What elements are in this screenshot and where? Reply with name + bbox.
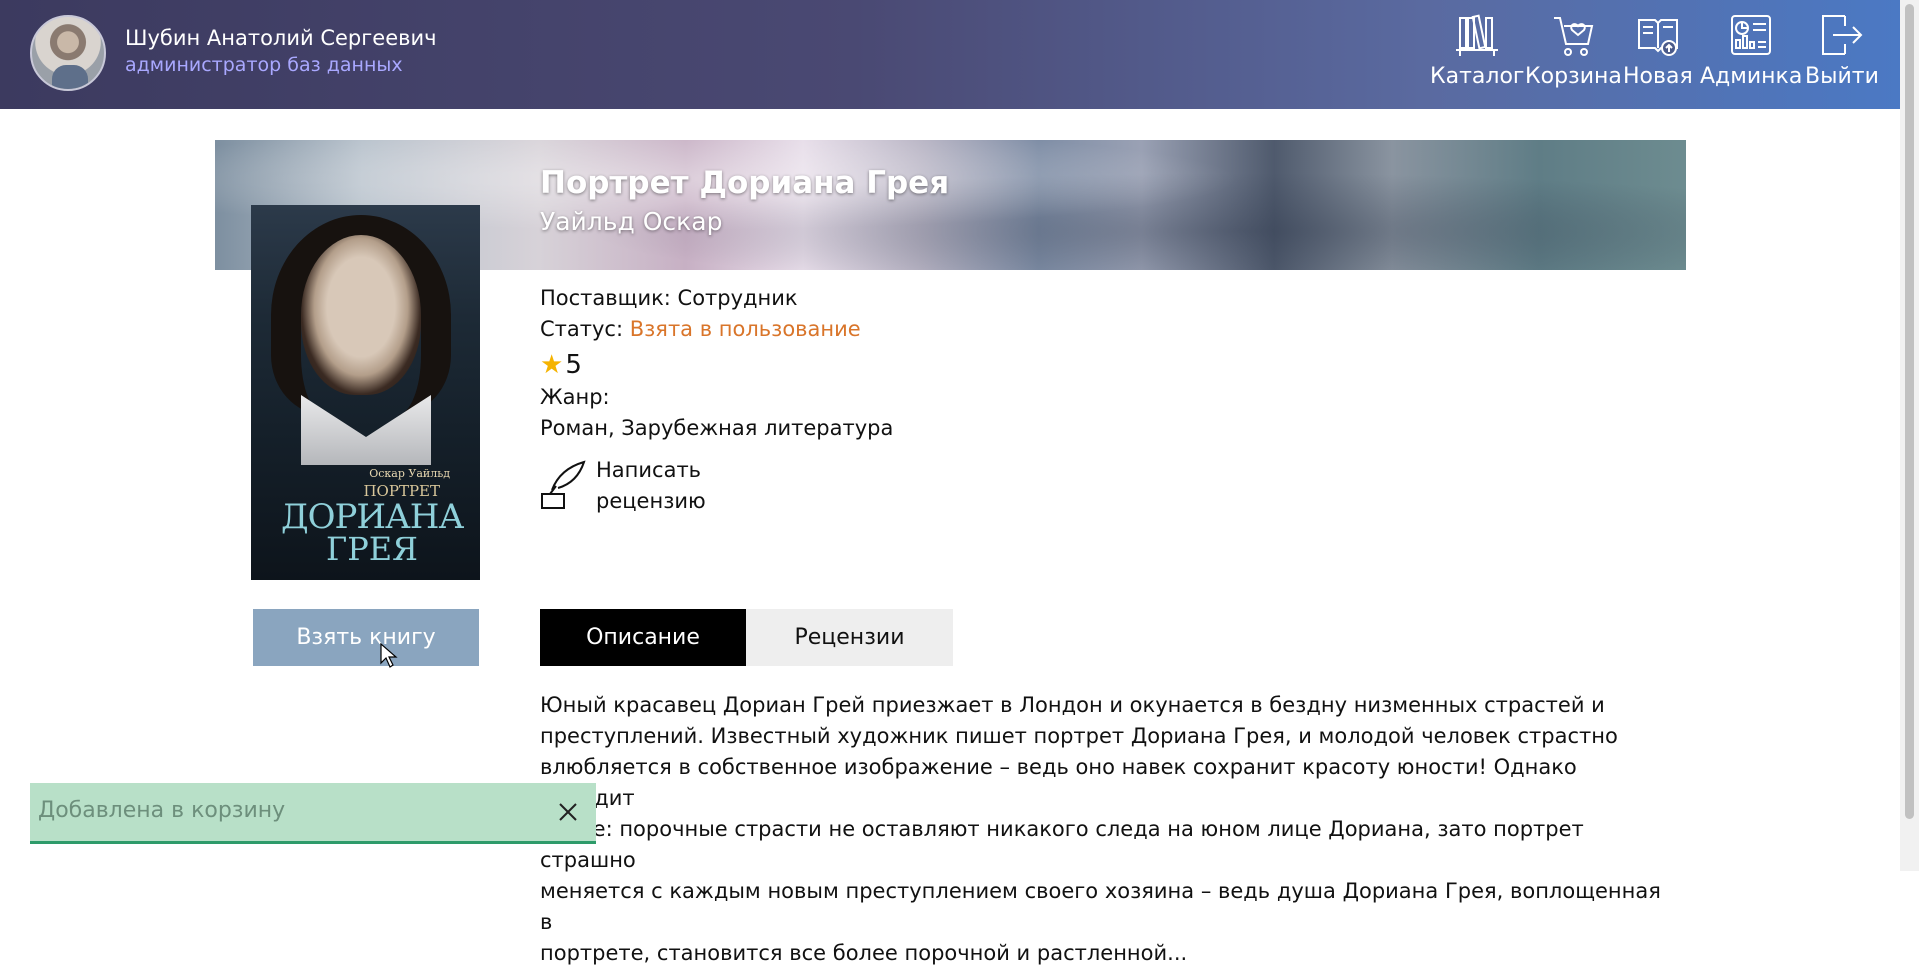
status-label: Статус:	[540, 317, 630, 341]
description-line: влюбляется в собственное изображение – в…	[540, 755, 1577, 810]
user-role: администратор баз данных	[125, 54, 403, 76]
tab-description[interactable]: Описание	[540, 609, 746, 666]
scrollbar-thumb[interactable]	[1905, 4, 1914, 819]
catalog-icon	[1456, 14, 1499, 56]
toast-text: Добавлена в корзину	[38, 798, 286, 823]
cart-icon	[1554, 17, 1594, 56]
nav-logout-label: Выйти	[1805, 64, 1879, 89]
book-description: Юный красавец Дориан Грей приезжает в Ло…	[540, 690, 1670, 969]
status: Статус: Взята в пользование	[540, 317, 861, 341]
toast-notification: Добавлена в корзину	[30, 783, 596, 844]
description-line: иначе: порочные страсти не оставляют ник…	[540, 817, 1584, 872]
description-line: преступлений. Известный художник пишет п…	[540, 724, 1618, 748]
write-review-label: Написать рецензию	[596, 455, 706, 517]
mouse-cursor-icon	[380, 643, 398, 668]
description-line: Юный красавец Дориан Грей приезжает в Ло…	[540, 693, 1605, 717]
nav-catalog-label: Каталог	[1430, 64, 1525, 89]
write-review-line1: Написать	[596, 458, 702, 482]
write-review-line2: рецензию	[596, 489, 706, 513]
nav-new[interactable]: Новая	[1623, 12, 1693, 89]
description-line: меняется с каждым новым преступлением св…	[540, 879, 1661, 934]
tab-reviews[interactable]: Рецензии	[746, 609, 953, 666]
user-name: Шубин Анатолий Сергеевич	[125, 26, 437, 50]
scrollbar[interactable]	[1900, 0, 1919, 871]
nav-cart[interactable]: Корзина	[1525, 12, 1622, 89]
star-icon: ★	[540, 350, 564, 380]
nav-admin[interactable]: Админка	[1700, 12, 1802, 89]
quill-icon	[541, 460, 586, 509]
take-book-button[interactable]: Взять книгу	[253, 609, 479, 666]
book-cover: Оскар Уайльд ПОРТРЕТ ДОРИАНА ГРЕЯ	[251, 205, 480, 580]
cover-face	[301, 235, 421, 395]
new-book-icon	[1637, 19, 1678, 56]
nav-admin-label: Админка	[1700, 64, 1803, 89]
supplier: Поставщик: Сотрудник	[540, 286, 798, 310]
nav-catalog[interactable]: Каталог	[1430, 12, 1524, 89]
nav-cart-label: Корзина	[1525, 64, 1622, 89]
nav-new-label: Новая	[1623, 64, 1693, 89]
admin-icon	[1731, 15, 1772, 55]
rating: ★ 5	[540, 350, 582, 380]
book-author: Уайльд Оскар	[540, 207, 723, 236]
logout-icon	[1821, 15, 1863, 55]
header: Шубин Анатолий Сергеевич администратор б…	[0, 0, 1900, 109]
write-review-button[interactable]: Написать рецензию	[540, 455, 706, 517]
description-line: портрете, становится все более порочной …	[540, 941, 1188, 965]
cover-author: Оскар Уайльд	[369, 467, 450, 480]
close-icon[interactable]	[554, 798, 582, 826]
genre-list: Роман, Зарубежная литература	[540, 416, 894, 440]
rating-value: 5	[565, 350, 582, 380]
status-value: Взята в пользование	[629, 317, 861, 341]
nav-logout[interactable]: Выйти	[1805, 12, 1879, 89]
avatar[interactable]	[30, 15, 106, 91]
genre-label: Жанр:	[540, 385, 610, 409]
book-title: Портрет Дориана Грея	[540, 165, 950, 201]
cover-title-line3: ГРЕЯ	[326, 530, 418, 568]
